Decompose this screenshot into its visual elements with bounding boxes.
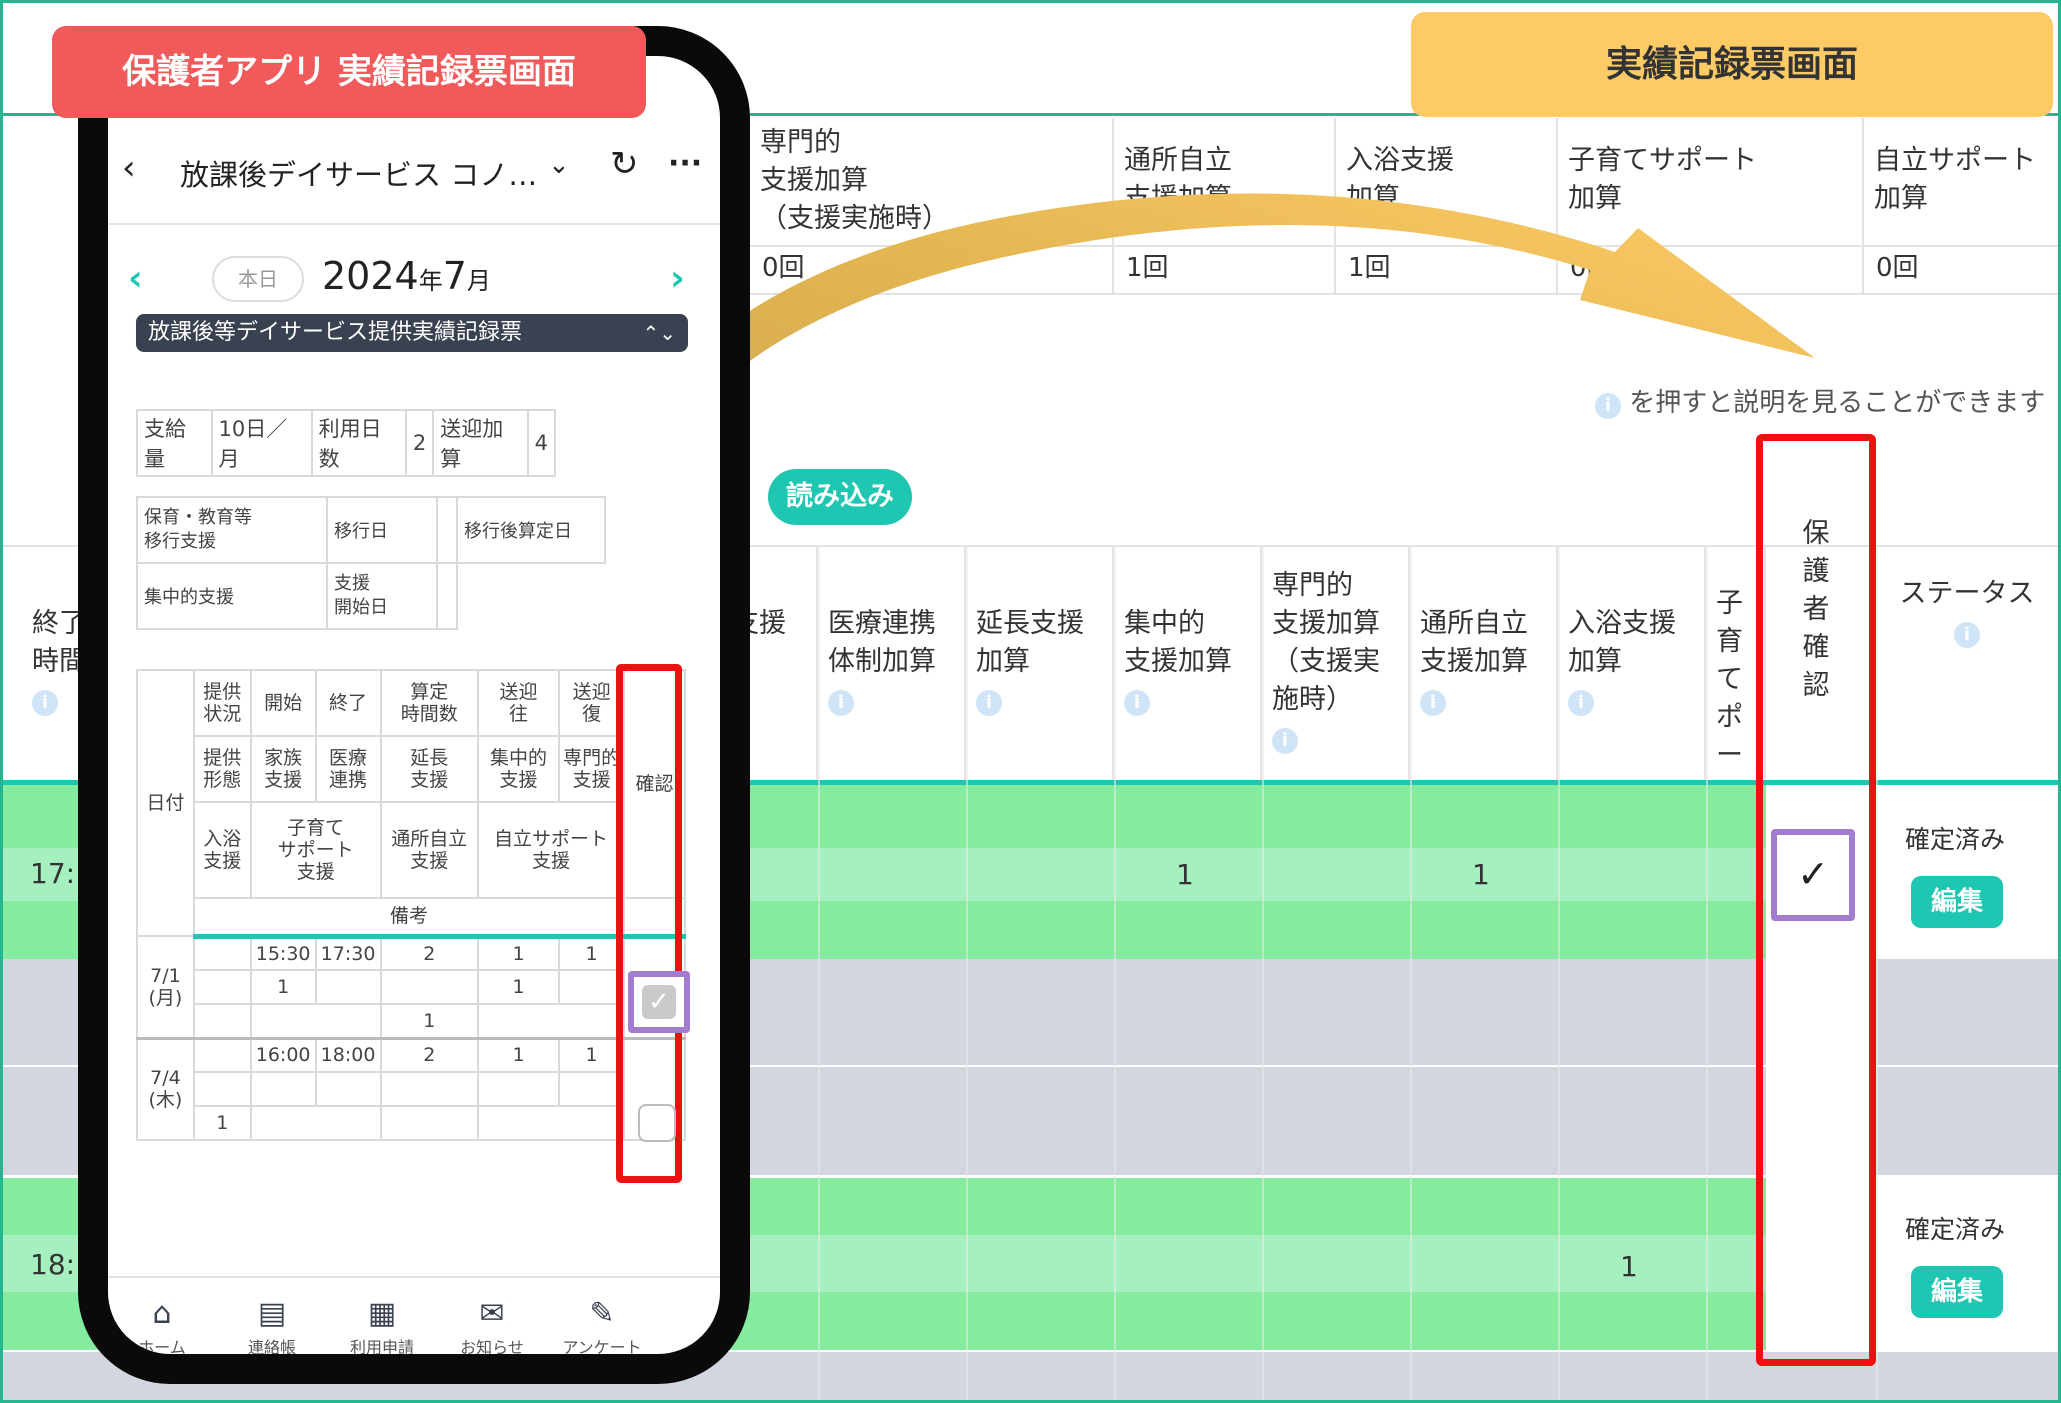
edit-button[interactable]: 編集	[1911, 1266, 2003, 1318]
cell-bath-value: 1	[1620, 1250, 1638, 1283]
col-header-focus: 集中的 支援加算 i	[1114, 545, 1262, 780]
entry-date: 7/1 (月)	[136, 935, 195, 1039]
tab-survey[interactable]: ✎ アンケート	[552, 1294, 652, 1354]
col-header-bath: 入浴支援 加算 i	[1558, 545, 1706, 780]
summary-value: 0回	[750, 245, 1114, 295]
summary-value: 1回	[1336, 245, 1558, 295]
column-divider	[1876, 545, 1878, 1400]
more-icon[interactable]: ···	[668, 146, 702, 181]
select-arrows-icon: ⌃⌄	[642, 321, 676, 345]
summary-value: 0回	[1876, 253, 1919, 283]
status-text: 確定済み	[1905, 1215, 2006, 1244]
record-type-select[interactable]: 放課後等デイサービス提供実績記録票 ⌃⌄	[136, 314, 688, 352]
bottom-tab-bar: ⌂ ホーム ▤ 連絡帳 ▦ 利用申請 ✉ お知らせ ✎ アンケート	[108, 1294, 720, 1354]
column-divider	[1262, 545, 1264, 1400]
checkmark-icon: ✓	[1797, 852, 1829, 896]
col-header-medical: 医療連携 体制加算 i	[818, 545, 966, 780]
home-icon: ⌂	[152, 1296, 172, 1331]
app-header: ‹ 放課後デイサービス コノ… ⌄ ↻ ···	[108, 144, 720, 204]
cell-focus-value: 1	[1176, 858, 1194, 891]
confirm-checkbox-empty[interactable]	[638, 1104, 676, 1142]
row-end-time: 17:	[30, 857, 76, 890]
info-icon[interactable]: i	[1954, 622, 1980, 648]
prev-month-icon[interactable]: ‹	[128, 258, 143, 299]
tab-home[interactable]: ⌂ ホーム	[112, 1294, 212, 1354]
tab-application[interactable]: ▦ 利用申請	[332, 1294, 432, 1354]
entry-date: 7/4 (木)	[136, 1037, 195, 1141]
status-cell	[1876, 1178, 2058, 1350]
load-button[interactable]: 読み込み	[768, 469, 912, 525]
records-grid: 日付 提供 状況 開始 終了 算定 時間数 送迎往 送迎復 確認 提供 形態 家族 支援…	[136, 669, 686, 1141]
tab-notebook[interactable]: ▤ 連絡帳	[222, 1294, 322, 1354]
row-end-time: 18:	[30, 1248, 76, 1281]
summary-header-independent: 通所自立 支援加算	[1114, 118, 1336, 245]
chevron-down-icon[interactable]: ⌄	[548, 150, 570, 180]
next-month-icon[interactable]: ›	[670, 258, 685, 299]
status-text: 確定済み	[1905, 825, 2006, 854]
calendar-icon: ▦	[367, 1296, 397, 1331]
summary-header-self-support: 自立サポート 加算	[1864, 118, 2058, 245]
column-divider	[966, 545, 968, 1400]
guardian-confirm-check: ✓	[1771, 829, 1855, 921]
tab-notice[interactable]: ✉ お知らせ	[442, 1294, 542, 1354]
info-icon[interactable]: i	[1420, 690, 1446, 716]
column-divider	[818, 545, 820, 1400]
info-icon: i	[1595, 393, 1621, 419]
pencil-icon: ✎	[589, 1296, 615, 1331]
checkmark-icon: ✓	[642, 985, 676, 1019]
transition-table: 保育・教育等 移行支援 移行日 移行後算定日 集中的支援 支援 開始日	[136, 496, 606, 630]
confirm-checkbox-checked[interactable]: ✓	[628, 971, 690, 1033]
notebook-icon: ▤	[257, 1296, 287, 1331]
info-note-text: を押すと説明を見ることができます	[1629, 388, 2046, 418]
column-divider	[1410, 545, 1412, 1400]
info-icon[interactable]: i	[1568, 690, 1594, 716]
info-icon[interactable]: i	[1124, 690, 1150, 716]
edit-button[interactable]: 編集	[1911, 876, 2003, 928]
today-button[interactable]: 本日	[212, 256, 304, 302]
remarks-header: 備考	[192, 897, 626, 939]
column-divider	[1706, 545, 1708, 1400]
records-screen-label: 実績記録票画面	[1411, 12, 2053, 117]
month-navigator: ‹ 本日 2024年7月 ›	[108, 252, 720, 312]
column-divider	[1114, 545, 1116, 1400]
info-icon[interactable]: i	[1272, 728, 1298, 754]
mail-icon: ✉	[479, 1296, 505, 1331]
cell-independent-value: 1	[1472, 858, 1490, 891]
reload-icon[interactable]: ↻	[610, 144, 639, 184]
date-header: 日付	[136, 669, 195, 937]
summary-value: 1回	[1114, 245, 1336, 295]
status-cell	[1876, 785, 2058, 959]
summary-header-childcare: 子育てサポート 加算	[1558, 118, 1864, 245]
summary-value: 0回	[1558, 245, 1864, 295]
summary-header-specialized: 専門的 支援加算 （支援実施時）	[750, 118, 1114, 245]
back-icon[interactable]: ‹	[122, 148, 136, 188]
summary-header-bath: 入浴支援 加算	[1336, 118, 1558, 245]
info-icon[interactable]: i	[976, 690, 1002, 716]
phone-mockup: ‹ 放課後デイサービス コノ… ⌄ ↻ ··· ‹ 本日 2024年7月 › 放…	[78, 26, 750, 1384]
column-divider	[1558, 545, 1560, 1400]
divider	[108, 1276, 720, 1278]
guardian-app-label: 保護者アプリ 実績記録票画面	[52, 26, 646, 118]
info-note: i を押すと説明を見ることができます	[1595, 382, 2045, 419]
facility-title[interactable]: 放課後デイサービス コノ…	[180, 152, 537, 194]
divider	[108, 223, 720, 225]
current-month: 2024年7月	[322, 254, 491, 298]
col-header-independent: 通所自立 支援加算 i	[1410, 545, 1558, 780]
col-header-status: ステータス i	[1876, 545, 2058, 780]
col-header-extension: 延長支援 加算 i	[966, 545, 1114, 780]
info-icon[interactable]: i	[32, 690, 58, 716]
summary-table: 支給量 10日／月 利用日数 2 送迎加算 4	[136, 409, 557, 477]
col-header-specialized: 専門的 支援加算 （支援実 施時） i	[1262, 545, 1410, 780]
info-icon[interactable]: i	[828, 690, 854, 716]
